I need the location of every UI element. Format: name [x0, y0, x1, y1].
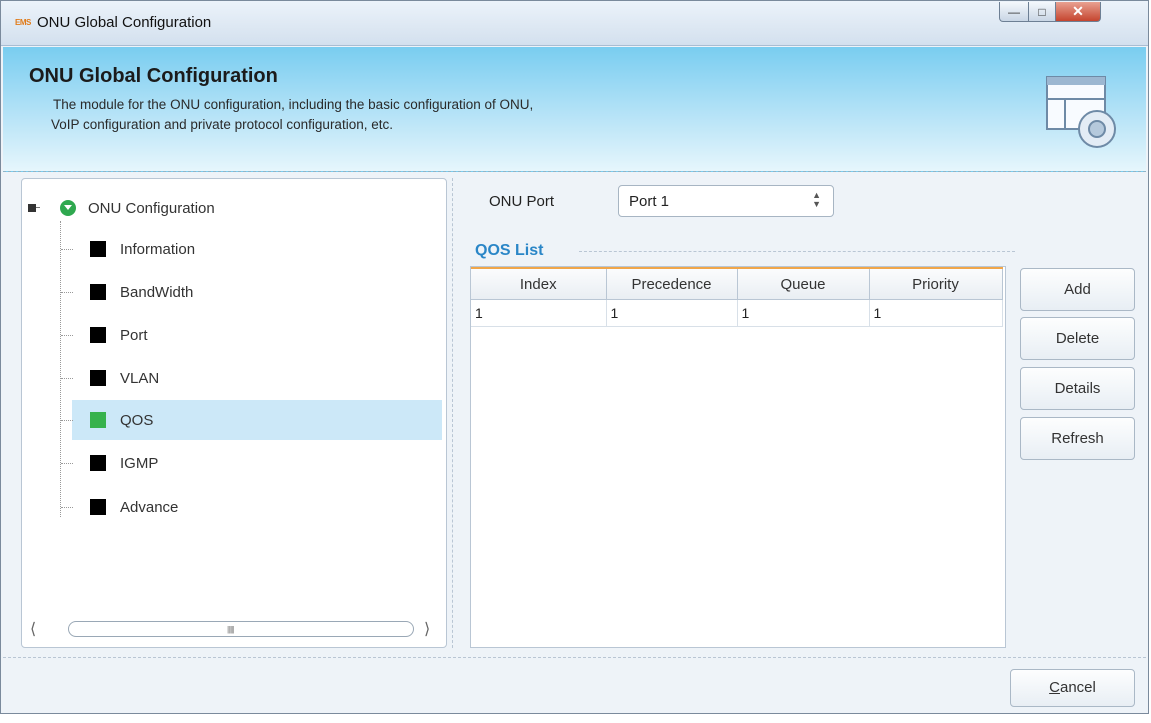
square-icon [90, 499, 106, 515]
tree-item-label: VLAN [120, 369, 160, 387]
table-cell: 1 [869, 299, 1003, 327]
minimize-button[interactable]: — [999, 2, 1029, 22]
tree-item-information[interactable]: Information [61, 229, 442, 269]
tree-item-label: QOS [120, 411, 154, 429]
scroll-left-icon[interactable]: ⟨ [30, 619, 36, 639]
tree-root-onu-configuration[interactable]: ONU Configuration [28, 197, 215, 219]
description-line-2: VoIP configuration and private protocol … [51, 117, 393, 132]
spinner-arrows-icon[interactable]: ▲ ▼ [812, 191, 821, 209]
section-divider [579, 251, 1015, 252]
splitter[interactable] [452, 178, 453, 648]
square-icon [90, 284, 106, 300]
footer-divider [3, 657, 1146, 658]
tree-item-qos[interactable]: QOS [61, 400, 442, 440]
square-icon [90, 327, 106, 343]
close-icon: ✕ [1072, 3, 1084, 19]
tree-item-bandwidth[interactable]: BandWidth [61, 272, 442, 312]
tree-item-label: BandWidth [120, 283, 194, 301]
scroll-thumb[interactable]: |||||| [68, 621, 414, 637]
description-line-1: The module for the ONU configuration, in… [53, 97, 534, 112]
tree-item-advance[interactable]: Advance [61, 487, 442, 527]
table-cell: 1 [737, 299, 870, 327]
table-header-row: Index Precedence Queue Priority [471, 267, 1003, 300]
tree-root-label: ONU Configuration [88, 199, 215, 217]
onu-port-select[interactable]: Port 1 ▲ ▼ [618, 185, 834, 217]
column-header-index[interactable]: Index [471, 267, 607, 300]
close-button[interactable]: ✕ [1055, 2, 1101, 22]
column-header-queue[interactable]: Queue [737, 267, 870, 300]
title-bar: EMS ONU Global Configuration — □ ✕ [1, 1, 1148, 46]
cancel-button[interactable]: Cancel [1010, 669, 1135, 707]
delete-button[interactable]: Delete [1020, 317, 1135, 360]
header-banner: ONU Global Configuration The module for … [3, 47, 1146, 172]
maximize-button[interactable]: □ [1028, 2, 1056, 22]
page-title: ONU Global Configuration [29, 65, 278, 87]
cancel-label: ancel [1059, 679, 1096, 696]
tree-item-vlan[interactable]: VLAN [61, 358, 442, 398]
minimize-icon: — [1008, 4, 1020, 19]
add-button[interactable]: Add [1020, 268, 1135, 311]
qos-list-title: QOS List [475, 242, 544, 259]
navigation-tree: ONU Configuration Information BandWidth … [21, 178, 447, 648]
qos-table: Index Precedence Queue Priority 1 1 1 1 [470, 266, 1006, 648]
config-window-gear-icon [1046, 76, 1116, 148]
details-button[interactable]: Details [1020, 367, 1135, 410]
page-description: The module for the ONU configuration, in… [51, 95, 534, 135]
square-icon [90, 412, 106, 428]
app-icon: EMS [15, 18, 31, 27]
window-title: ONU Global Configuration [37, 14, 212, 31]
table-row[interactable]: 1 1 1 1 [471, 299, 1003, 327]
scroll-right-icon[interactable]: ⟩ [424, 619, 430, 639]
tree-item-label: IGMP [120, 454, 159, 472]
tree-item-label: Information [120, 240, 196, 258]
square-icon [90, 455, 106, 471]
refresh-button[interactable]: Refresh [1020, 417, 1135, 460]
tree-item-igmp[interactable]: IGMP [61, 443, 442, 483]
expanded-circle-icon [60, 200, 76, 216]
horizontal-scrollbar[interactable]: ⟨ |||||| ⟩ [22, 617, 446, 641]
tree-item-port[interactable]: Port [61, 315, 442, 355]
square-icon [90, 241, 106, 257]
onu-port-label: ONU Port [489, 193, 555, 210]
column-header-priority[interactable]: Priority [869, 267, 1003, 300]
mnemonic-key: C [1049, 679, 1060, 696]
column-header-precedence[interactable]: Precedence [606, 267, 738, 300]
onu-port-value: Port 1 [629, 193, 670, 210]
square-icon [90, 370, 106, 386]
grip-icon: |||||| [227, 625, 235, 634]
maximize-icon: □ [1038, 4, 1046, 19]
table-cell: 1 [606, 299, 738, 327]
tree-item-label: Advance [120, 498, 179, 516]
collapse-icon[interactable] [28, 204, 40, 212]
tree-connector [60, 221, 61, 517]
dialog-window: EMS ONU Global Configuration — □ ✕ ONU G… [0, 0, 1149, 714]
tree-item-label: Port [120, 326, 148, 344]
table-cell: 1 [471, 299, 607, 327]
